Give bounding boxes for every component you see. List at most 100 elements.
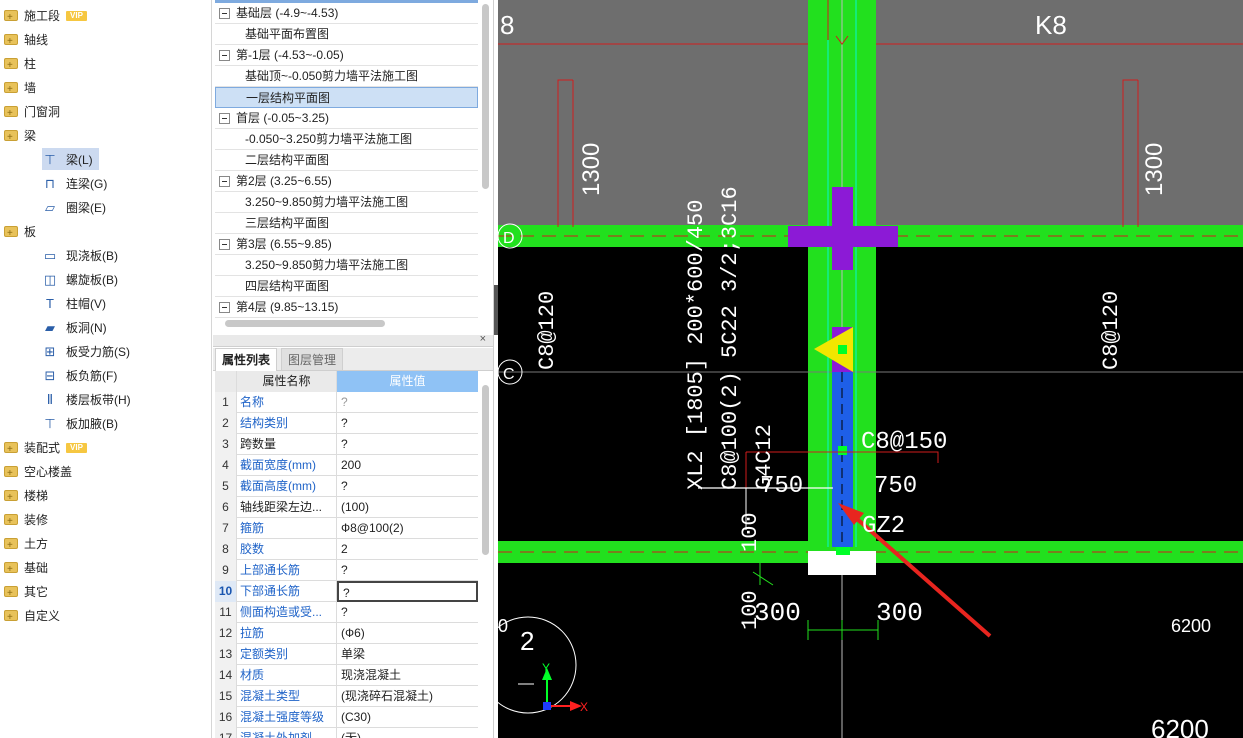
drawing-item[interactable]: 基础顶~-0.050剪力墙平法施工图 [215,66,478,87]
grip-point[interactable] [838,345,847,354]
property-value[interactable]: ? [337,560,478,581]
tree-item-foundation[interactable]: 基础 [4,556,48,581]
floor-group[interactable]: 基础层 (-4.9~-4.53) [215,3,478,24]
property-vscrollbar[interactable] [482,385,489,555]
dim-tick [752,571,774,586]
tree-item-column[interactable]: 柱 [4,52,36,77]
tree-item-prefab[interactable]: 装配式 VIP [4,436,87,461]
property-row[interactable]: 2 结构类别? [215,413,478,434]
tree-item-earthwork[interactable]: 土方 [4,532,48,557]
tree-item-beam-l[interactable]: ⊤ 梁(L) [42,148,99,170]
collapse-icon[interactable] [219,50,230,62]
floor-group[interactable]: 第3层 (6.55~9.85) [215,234,478,255]
property-value[interactable]: (100) [337,497,478,518]
property-value[interactable]: ? [337,434,478,455]
property-value[interactable]: ? [337,476,478,497]
drawing-item[interactable]: 二层结构平面图 [215,150,478,171]
drawing-item[interactable]: 四层结构平面图 [215,276,478,297]
drawing-item[interactable]: 基础平面布置图 [215,24,478,45]
tree-item-slab-haunch[interactable]: ⊤ 板加腋(B) [42,412,124,434]
tree-item-slab[interactable]: 板 [4,220,36,245]
property-value[interactable]: ? [337,392,478,413]
tree-item-slab-neg-rebar[interactable]: ⊟ 板负筋(F) [42,364,123,386]
tree-item-custom[interactable]: 自定义 [4,604,60,629]
property-row[interactable]: 6 轴线距梁左边... (100) [215,497,478,518]
floor-group[interactable]: 第2层 (3.25~6.55) [215,171,478,192]
row-index: 8 [215,539,237,560]
tree-item-wall[interactable]: 墙 [4,76,36,101]
floor-group[interactable]: 第4层 (9.85~13.15) [215,297,478,318]
drawing-item-selected[interactable]: 一层结构平面图 [215,87,478,108]
property-name: 下部通长筋 [237,581,337,602]
property-value[interactable]: (C30) [337,707,478,728]
property-row[interactable]: 3 跨数量? [215,434,478,455]
tree-item-slab-hole[interactable]: ▰ 板洞(N) [42,316,113,338]
row-index: 17 [215,728,237,738]
tab-layer-manager[interactable]: 图层管理 [281,348,344,371]
folder-icon [4,79,18,101]
property-row[interactable]: 8 胶数 2 [215,539,478,560]
cad-drawing-canvas[interactable]: 8 K8 1300 1300 D C C8@120 C8@120 XL2 [18… [498,0,1243,738]
tree-item-axis[interactable]: 轴线 [4,28,48,53]
collapse-icon[interactable] [219,239,230,251]
tree-item-column-cap[interactable]: T 柱帽(V) [42,292,112,314]
tree-item-ring-beam[interactable]: ▱ 圈梁(E) [42,196,112,218]
grip-point[interactable] [836,547,850,555]
tree-item-hollow-floor[interactable]: 空心楼盖 [4,460,72,485]
floor-list-hscrollbar[interactable] [225,320,385,327]
property-value[interactable]: 单梁 [337,644,478,665]
tree-item-construction-section[interactable]: 施工段 VIP [4,4,87,29]
property-value[interactable]: 现浇混凝土 [337,665,478,686]
property-row[interactable]: 16 混凝土强度等级 (C30) [215,707,478,728]
tree-item-floor-strip[interactable]: Ⅱ 楼层板带(H) [42,388,137,410]
grip-point[interactable] [838,446,847,455]
property-value[interactable]: ? [337,413,478,434]
tree-item-coupling-beam[interactable]: ⊓ 连梁(G) [42,172,113,194]
tree-item-cast-slab[interactable]: ▭ 现浇板(B) [42,244,124,266]
property-value[interactable]: 200 [337,455,478,476]
floor-list-vscrollbar[interactable] [482,4,489,189]
tab-property-list[interactable]: 属性列表 [215,348,278,371]
property-row[interactable]: 13 定额类别 单梁 [215,644,478,665]
close-icon[interactable]: × [480,335,486,345]
property-row[interactable]: 5 截面高度(mm)? [215,476,478,497]
tree-item-door-window[interactable]: 门窗洞 [4,100,60,125]
collapse-icon[interactable] [219,302,230,314]
tree-item-other[interactable]: 其它 [4,580,48,605]
tree-item-slab-rebar[interactable]: ⊞ 板受力筋(S) [42,340,136,362]
property-row[interactable]: 7 箍筋 Ф8@100(2) [215,518,478,539]
property-row[interactable]: 15 混凝土类型 (现浇碎石混凝土) [215,686,478,707]
property-row[interactable]: 1 名称? [215,392,478,413]
tree-item-stairs[interactable]: 楼梯 [4,484,48,509]
drawing-item[interactable]: 三层结构平面图 [215,213,478,234]
property-value[interactable]: ? [337,581,478,602]
drawing-item[interactable]: -0.050~3.250剪力墙平法施工图 [215,129,478,150]
property-row[interactable]: 17 混凝土外加剂 (无) [215,728,478,738]
property-row[interactable]: 4 截面宽度(mm) 200 [215,455,478,476]
property-name: 箍筋 [237,518,337,539]
floor-group[interactable]: 首层 (-0.05~3.25) [215,108,478,129]
property-name: 跨数量 [237,434,337,455]
collapse-icon[interactable] [219,176,230,188]
property-row[interactable]: 9 上部通长筋? [215,560,478,581]
property-value[interactable]: (无) [337,728,478,738]
property-value[interactable]: ? [337,602,478,623]
property-row[interactable]: 14 材质 现浇混凝土 [215,665,478,686]
tree-item-decoration[interactable]: 装修 [4,508,48,533]
property-value[interactable]: 2 [337,539,478,560]
drawing-item[interactable]: 3.250~9.850剪力墙平法施工图 [215,192,478,213]
property-value[interactable]: Ф8@100(2) [337,518,478,539]
property-row[interactable]: 10 下部通长筋? [215,581,478,602]
drawing-item[interactable]: 3.250~9.850剪力墙平法施工图 [215,255,478,276]
floor-group[interactable]: 第-1层 (-4.53~-0.05) [215,45,478,66]
property-value[interactable]: (现浇碎石混凝土) [337,686,478,707]
property-value[interactable]: (Ф6) [337,623,478,644]
column-horizontal[interactable] [788,226,898,247]
property-row[interactable]: 11 侧面构造或受...? [215,602,478,623]
property-row[interactable]: 12 拉筋 (Ф6) [215,623,478,644]
property-name: 结构类别 [237,413,337,434]
collapse-icon[interactable] [219,113,230,125]
tree-item-spiral-slab[interactable]: ◫ 螺旋板(B) [42,268,124,290]
collapse-icon[interactable] [219,8,230,20]
tree-item-beam[interactable]: 梁 [4,124,36,149]
